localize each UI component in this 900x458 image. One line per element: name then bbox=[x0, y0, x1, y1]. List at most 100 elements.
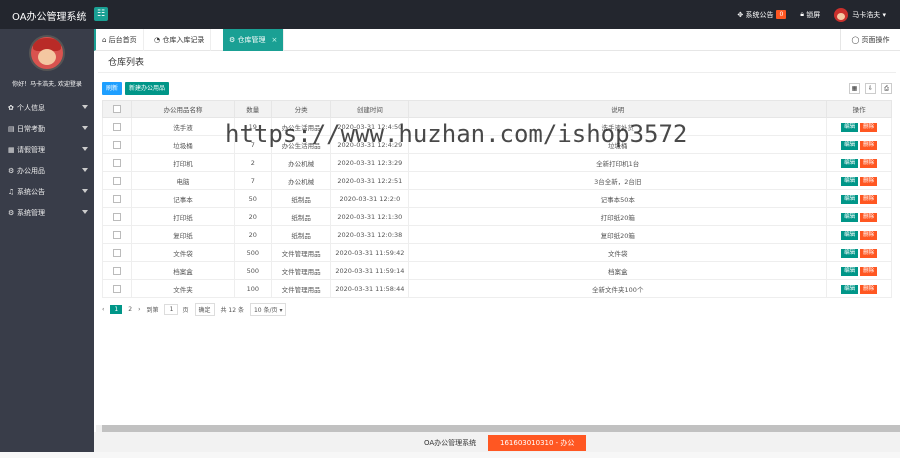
confirm-button[interactable]: 确定 bbox=[194, 303, 215, 316]
delete-button[interactable]: 删除 bbox=[860, 230, 878, 240]
table-row[interactable]: 电脑 7 办公机械 2020-03-31 12:2:51 3台全新，2台旧 编辑 删除 bbox=[101, 171, 892, 190]
sidebar-item-office-supplies[interactable]: ⚙ 办公用品 bbox=[0, 160, 94, 181]
delete-button[interactable]: 删除 bbox=[860, 284, 878, 294]
user-avatar bbox=[834, 7, 849, 22]
table-row[interactable]: 文件夹 100 文件管理用品 2020-03-31 11:58:44 全新文件夹100个… bbox=[101, 279, 892, 298]
edit-button[interactable]: 编辑 bbox=[841, 230, 859, 240]
row-checkbox[interactable] bbox=[101, 279, 133, 298]
page-size-select[interactable]: 10 条/页 ▾ bbox=[249, 303, 287, 316]
new-item-button[interactable]: 新建办公用品 bbox=[125, 82, 170, 95]
row-checkbox[interactable] bbox=[101, 261, 133, 280]
cell-actions: 编辑 删除 bbox=[826, 261, 892, 280]
lock-screen-link[interactable]: 🔒︎ 锁屏 bbox=[800, 10, 820, 20]
cell-actions: 编辑 删除 bbox=[826, 171, 892, 190]
row-checkbox[interactable] bbox=[101, 117, 133, 136]
prev-page-icon[interactable]: ‹ bbox=[102, 306, 104, 313]
notice-badge: 0 bbox=[776, 10, 787, 19]
sidebar-item-label: 系统公告 bbox=[17, 187, 45, 196]
cell-name: 电脑 bbox=[131, 171, 235, 190]
tab-label: 后台首页 bbox=[108, 36, 137, 44]
page-button[interactable]: 1 bbox=[110, 305, 123, 314]
table-row[interactable]: 打印机 2 办公机械 2020-03-31 12:3:29 全新打印机1台 编辑 删除 bbox=[101, 153, 892, 172]
cell-time: 2020-03-31 11:59:14 bbox=[330, 261, 410, 280]
horizontal-scrollbar[interactable] bbox=[96, 425, 900, 432]
sidebar-item-system[interactable]: ⚙ 系统管理 bbox=[0, 202, 94, 223]
cell-category: 纸制品 bbox=[270, 189, 332, 208]
close-icon[interactable]: × bbox=[272, 36, 278, 44]
sidebar-toggle-button[interactable]: ☷ bbox=[94, 7, 108, 21]
row-checkbox[interactable] bbox=[101, 153, 133, 172]
tab-warehouse-manage[interactable]: ⚙ 仓库管理 × bbox=[223, 29, 285, 51]
delete-button[interactable]: 删除 bbox=[860, 248, 878, 258]
edit-button[interactable]: 编辑 bbox=[841, 248, 859, 258]
page-operation-button[interactable]: ◯ 页面操作 bbox=[840, 29, 900, 51]
row-checkbox[interactable] bbox=[101, 189, 133, 208]
tab-warehouse-record[interactable]: ◔ 仓库入库记录 bbox=[148, 29, 212, 51]
user-menu[interactable]: 马卡浩夫 ▾ bbox=[834, 7, 886, 22]
row-checkbox[interactable] bbox=[101, 225, 133, 244]
edit-button[interactable]: 编辑 bbox=[841, 212, 859, 222]
cell-time: 2020-03-31 11:58:44 bbox=[330, 279, 410, 298]
cell-desc: 复印纸20箱 bbox=[408, 225, 828, 244]
delete-button[interactable]: 删除 bbox=[860, 212, 878, 222]
row-checkbox[interactable] bbox=[101, 243, 133, 262]
edit-button[interactable]: 编辑 bbox=[841, 176, 859, 186]
column-header[interactable]: 创建时间 bbox=[330, 100, 410, 118]
refresh-button[interactable]: 刷新 bbox=[102, 82, 123, 95]
edit-button[interactable]: 编辑 bbox=[841, 122, 859, 132]
select-all-checkbox[interactable] bbox=[101, 100, 133, 118]
row-checkbox[interactable] bbox=[101, 135, 133, 154]
app-logo: OA办公管理系统 bbox=[12, 12, 87, 23]
total-count: 共 12 条 bbox=[220, 307, 244, 314]
delete-button[interactable]: 删除 bbox=[860, 140, 878, 150]
table-row[interactable]: 复印纸 20 纸制品 2020-03-31 12:0:38 复印纸20箱 编辑 删除 bbox=[101, 225, 892, 244]
row-checkbox[interactable] bbox=[101, 171, 133, 190]
chevron-down-icon bbox=[82, 126, 88, 130]
table-row[interactable]: 文件袋 500 文件管理用品 2020-03-31 11:59:42 文件袋 编辑 删除 bbox=[101, 243, 892, 262]
page-input[interactable]: 1 bbox=[164, 304, 179, 315]
next-page-icon[interactable]: › bbox=[138, 306, 140, 313]
delete-button[interactable]: 删除 bbox=[860, 176, 878, 186]
column-header[interactable]: 办公用品名称 bbox=[131, 100, 235, 118]
edit-button[interactable]: 编辑 bbox=[841, 194, 859, 204]
edit-button[interactable]: 编辑 bbox=[841, 158, 859, 168]
sidebar-item-personal-info[interactable]: ✿ 个人信息 bbox=[0, 97, 94, 118]
cell-qty: 50 bbox=[233, 189, 272, 208]
sidebar-item-notices[interactable]: ♫ 系统公告 bbox=[0, 181, 94, 202]
sidebar-item-attendance[interactable]: ▤ 日常考勤 bbox=[0, 118, 94, 139]
column-header[interactable]: 说明 bbox=[408, 100, 828, 118]
page-button[interactable]: 2 bbox=[128, 306, 132, 313]
column-header[interactable]: 操作 bbox=[826, 100, 892, 118]
export-icon[interactable]: ⇩ bbox=[865, 83, 876, 94]
cell-name: 记事本 bbox=[131, 189, 235, 208]
table-row[interactable]: 档案盒 500 文件管理用品 2020-03-31 11:59:14 档案盒 编辑 删除 bbox=[101, 261, 892, 280]
page-unit-label: 页 bbox=[182, 307, 189, 314]
goto-label: 到第 bbox=[146, 307, 159, 314]
delete-button[interactable]: 删除 bbox=[860, 158, 878, 168]
sidebar-item-label: 办公用品 bbox=[17, 166, 45, 175]
cell-qty: 100 bbox=[233, 279, 272, 298]
row-checkbox[interactable] bbox=[101, 207, 133, 226]
column-header[interactable]: 分类 bbox=[270, 100, 332, 118]
print-icon[interactable]: ⎙ bbox=[881, 83, 892, 94]
delete-button[interactable]: 删除 bbox=[860, 122, 878, 132]
table-row[interactable]: 打印纸 20 纸制品 2020-03-31 12:1:30 打印纸20箱 编辑 删除 bbox=[101, 207, 892, 226]
edit-button[interactable]: 编辑 bbox=[841, 140, 859, 150]
sidebar-item-label: 个人信息 bbox=[17, 103, 45, 112]
column-header[interactable]: 数量 bbox=[233, 100, 272, 118]
cell-actions: 编辑 删除 bbox=[826, 117, 892, 136]
cell-name: 档案盒 bbox=[131, 261, 235, 280]
delete-button[interactable]: 删除 bbox=[860, 194, 878, 204]
notice-link[interactable]: ✥ 系统公告 0 bbox=[737, 10, 787, 20]
columns-icon[interactable]: ▦ bbox=[849, 83, 860, 94]
user-name: 马卡浩夫 bbox=[852, 10, 881, 19]
sidebar-item-label: 请假管理 bbox=[17, 145, 45, 154]
cell-desc: 记事本50本 bbox=[408, 189, 828, 208]
edit-button[interactable]: 编辑 bbox=[841, 284, 859, 294]
sidebar-item-leave[interactable]: ▦ 请假管理 bbox=[0, 139, 94, 160]
tab-home[interactable]: ⌂ 后台首页 bbox=[96, 29, 144, 51]
cell-desc: 档案盒 bbox=[408, 261, 828, 280]
edit-button[interactable]: 编辑 bbox=[841, 266, 859, 276]
delete-button[interactable]: 删除 bbox=[860, 266, 878, 276]
table-row[interactable]: 记事本 50 纸制品 2020-03-31 12:2:0 记事本50本 编辑 删除 bbox=[101, 189, 892, 208]
